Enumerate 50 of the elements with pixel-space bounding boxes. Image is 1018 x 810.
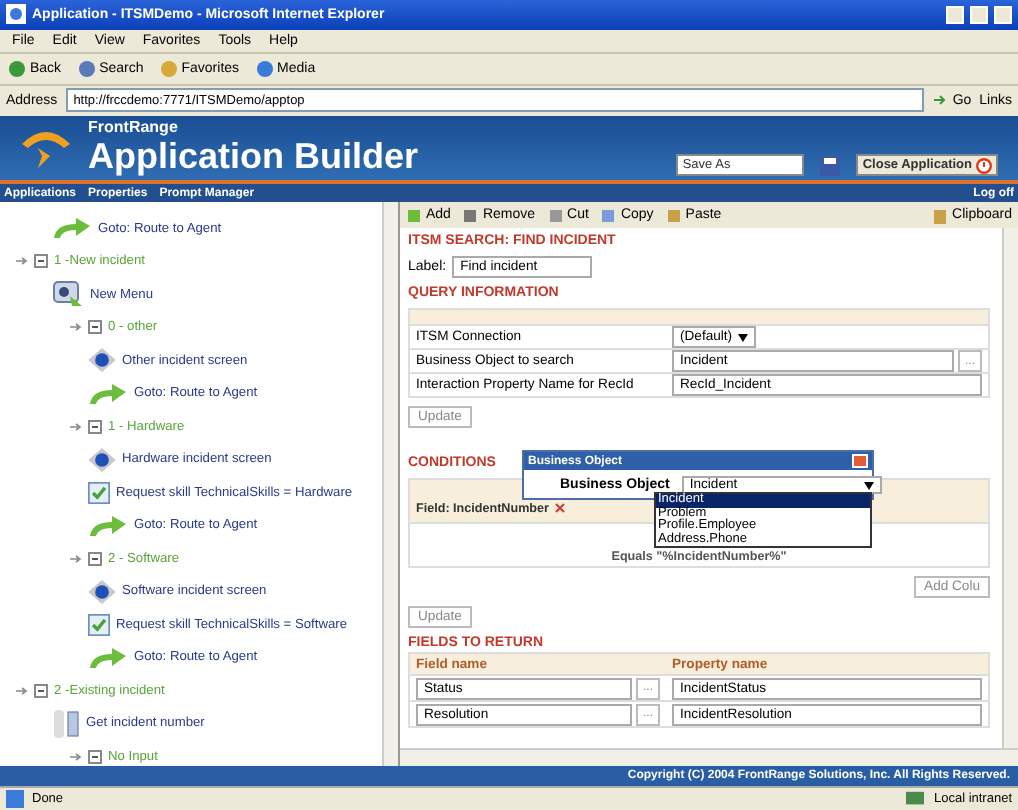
browser-icon — [6, 4, 26, 25]
dot-icon — [159, 59, 178, 78]
connector-arrow-icon — [70, 751, 82, 762]
caret-icon — [738, 333, 748, 342]
close-button[interactable] — [852, 454, 868, 469]
connector-arrow-icon — [16, 685, 28, 696]
collapse-icon[interactable] — [88, 320, 102, 335]
curved-arrow-icon — [52, 216, 92, 241]
power-icon — [976, 157, 992, 174]
page-icon — [6, 790, 24, 809]
dot-icon — [255, 59, 274, 78]
square-icon — [406, 207, 422, 224]
product-name: Application Builder — [88, 135, 421, 178]
globe-icon — [88, 579, 116, 604]
square-icon — [665, 207, 682, 224]
save-icon[interactable] — [820, 155, 841, 176]
collapse-icon[interactable] — [88, 551, 102, 566]
horizontal-scrollbar[interactable] — [400, 748, 1018, 767]
connector-arrow-icon — [70, 322, 82, 333]
scrollbar[interactable] — [382, 202, 398, 767]
delete-icon[interactable] — [554, 502, 567, 515]
checkbox-icon — [88, 481, 110, 504]
collapse-icon[interactable] — [88, 749, 102, 764]
minimize-button[interactable] — [946, 5, 964, 24]
checkbox-icon — [88, 613, 110, 636]
network-icon — [903, 790, 926, 809]
square-icon — [462, 207, 479, 224]
dot-icon — [8, 59, 26, 78]
collapse-icon[interactable] — [34, 254, 48, 269]
close-button[interactable] — [994, 5, 1012, 24]
square-icon — [547, 207, 564, 224]
connector-arrow-icon — [70, 421, 82, 432]
dot-icon — [77, 59, 96, 78]
globe-icon — [88, 447, 116, 472]
keypad-icon — [52, 709, 80, 738]
scrollbar[interactable] — [1002, 228, 1018, 749]
curved-arrow-icon — [88, 645, 128, 670]
menu-icon — [52, 280, 84, 309]
globe-icon — [88, 348, 116, 373]
maximize-button[interactable] — [970, 5, 988, 24]
clipboard-icon — [932, 207, 949, 224]
collapse-icon[interactable] — [34, 683, 48, 698]
collapse-icon[interactable] — [88, 419, 102, 434]
curved-arrow-icon — [88, 381, 128, 406]
square-icon — [600, 207, 617, 224]
arrow-icon — [932, 92, 949, 109]
connector-arrow-icon — [16, 256, 28, 267]
curved-arrow-icon — [88, 513, 128, 538]
company-name: FrontRange — [88, 117, 180, 136]
connector-arrow-icon — [70, 553, 82, 564]
